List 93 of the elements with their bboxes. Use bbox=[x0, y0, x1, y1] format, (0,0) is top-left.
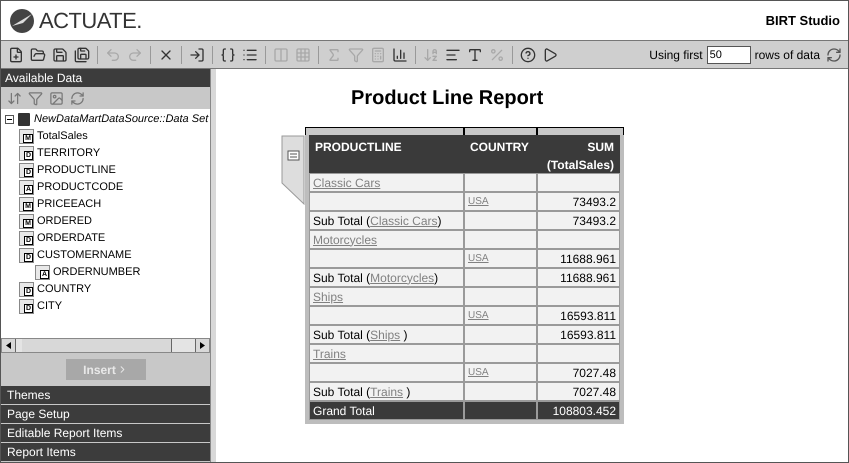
link[interactable]: Trains bbox=[313, 344, 346, 362]
subtotal-label: Sub Total ( bbox=[313, 384, 370, 400]
link[interactable]: Classic Cars bbox=[313, 174, 380, 192]
section-header[interactable]: Themes bbox=[1, 386, 210, 404]
field-item[interactable]: ORDERNUMBER bbox=[53, 264, 140, 281]
undo-icon bbox=[105, 46, 121, 62]
refresh-icon bbox=[826, 46, 842, 62]
subtotal-label: Sub Total ( bbox=[313, 326, 370, 344]
columns-icon bbox=[273, 46, 289, 62]
sort-icon bbox=[7, 90, 22, 106]
table-handle-icon[interactable] bbox=[281, 135, 305, 205]
rows-suffix: rows of data bbox=[754, 46, 820, 64]
filter-button[interactable] bbox=[28, 90, 43, 106]
link[interactable]: Motorcycles bbox=[370, 268, 434, 286]
link[interactable]: Trains bbox=[370, 382, 404, 400]
section-header[interactable]: Page Setup bbox=[1, 405, 210, 423]
run-icon bbox=[542, 46, 558, 62]
subtotal-label: ) bbox=[434, 270, 438, 286]
image-button[interactable] bbox=[49, 90, 64, 106]
table-cell: 7027.48 bbox=[537, 363, 620, 382]
field-item[interactable]: ORDERED bbox=[37, 213, 92, 230]
link[interactable]: Ships bbox=[313, 288, 344, 306]
table-cell: 11688.961 bbox=[537, 268, 620, 287]
bar-chart-icon bbox=[392, 46, 408, 62]
field-item[interactable]: PRICEEACH bbox=[37, 196, 102, 213]
refresh-button[interactable] bbox=[70, 90, 85, 106]
subtotal-label: Sub Total ( bbox=[313, 270, 370, 286]
link[interactable]: Ships bbox=[370, 326, 400, 344]
grid-icon bbox=[295, 46, 311, 62]
redo-icon bbox=[127, 46, 143, 62]
percent-icon bbox=[489, 46, 505, 62]
field-item[interactable]: CUSTOMERNAME bbox=[37, 247, 132, 264]
filter-icon bbox=[28, 90, 43, 106]
subtotal-label: Sub Total ( bbox=[313, 212, 370, 230]
left-arrow-icon bbox=[6, 342, 11, 349]
link[interactable]: Motorcycles bbox=[313, 230, 378, 248]
subtotal-label: ) bbox=[438, 212, 442, 230]
new-file-icon bbox=[8, 46, 24, 62]
database-icon bbox=[18, 113, 30, 126]
link[interactable]: USA bbox=[468, 308, 489, 323]
collapse-toggle-icon[interactable] bbox=[5, 115, 14, 124]
save-all-icon bbox=[74, 46, 90, 62]
section-header[interactable]: Editable Report Items bbox=[1, 424, 210, 442]
link[interactable]: USA bbox=[468, 251, 489, 266]
refresh-icon bbox=[70, 90, 85, 106]
logo-icon bbox=[9, 8, 35, 34]
field-item[interactable]: COUNTRY bbox=[37, 281, 92, 298]
link[interactable]: Classic Cars bbox=[370, 212, 438, 230]
braces-icon bbox=[220, 46, 236, 62]
list-icon bbox=[242, 46, 258, 62]
field-item[interactable]: PRODUCTLINE bbox=[37, 162, 116, 179]
sort-button[interactable] bbox=[7, 90, 22, 106]
text-align-icon bbox=[445, 46, 461, 62]
field-item[interactable]: TERRITORY bbox=[37, 145, 100, 162]
subtotal-label: ) bbox=[402, 326, 408, 344]
field-item[interactable]: ORDERDATE bbox=[37, 230, 106, 247]
report-title: Product Line Report bbox=[351, 86, 544, 111]
table-cell: 73493.2 bbox=[537, 211, 620, 230]
table-cell: 73493.2 bbox=[537, 192, 620, 211]
link[interactable]: USA bbox=[468, 194, 489, 209]
save-icon bbox=[52, 46, 68, 62]
link[interactable]: USA bbox=[468, 365, 489, 380]
rows-input[interactable]: 50 bbox=[706, 46, 751, 64]
table-cell: 16593.811 bbox=[537, 306, 620, 325]
calculator-icon bbox=[370, 46, 386, 62]
rows-prefix: Using first bbox=[649, 46, 703, 64]
export-icon bbox=[189, 46, 205, 62]
table-cell: 11688.961 bbox=[537, 249, 620, 268]
table-cell: Grand Total bbox=[309, 401, 464, 420]
field-item[interactable]: PRODUCTCODE bbox=[37, 179, 124, 196]
image-icon bbox=[49, 90, 64, 106]
section-header[interactable]: Report Items bbox=[1, 443, 210, 461]
scroll-right-button[interactable] bbox=[195, 339, 209, 352]
help-icon bbox=[520, 46, 536, 62]
field-item[interactable]: TotalSales bbox=[37, 128, 88, 145]
logo: ACTUATE. bbox=[39, 7, 142, 35]
column-handle-bar[interactable] bbox=[305, 127, 624, 135]
table-cell: 108803.452 bbox=[537, 401, 620, 420]
scrollbar-thumb[interactable] bbox=[22, 339, 172, 352]
folder-icon bbox=[30, 46, 46, 62]
sort-icon bbox=[423, 46, 439, 62]
subtotal-label: ) bbox=[405, 384, 410, 400]
app-title: BIRT Studio bbox=[766, 12, 840, 30]
filter-icon bbox=[348, 46, 364, 62]
field-item[interactable]: CITY bbox=[37, 298, 62, 315]
font-icon bbox=[467, 46, 483, 62]
right-arrow-icon bbox=[200, 342, 205, 349]
horizontal-scrollbar[interactable] bbox=[1, 338, 210, 353]
panel-header: Available Data bbox=[1, 69, 210, 87]
table-cell: 16593.811 bbox=[537, 325, 620, 344]
table-cell: 7027.48 bbox=[537, 382, 620, 401]
scroll-left-button[interactable] bbox=[2, 339, 16, 352]
data-set-item[interactable]: NewDataMartDataSource::Data Set bbox=[34, 111, 208, 128]
